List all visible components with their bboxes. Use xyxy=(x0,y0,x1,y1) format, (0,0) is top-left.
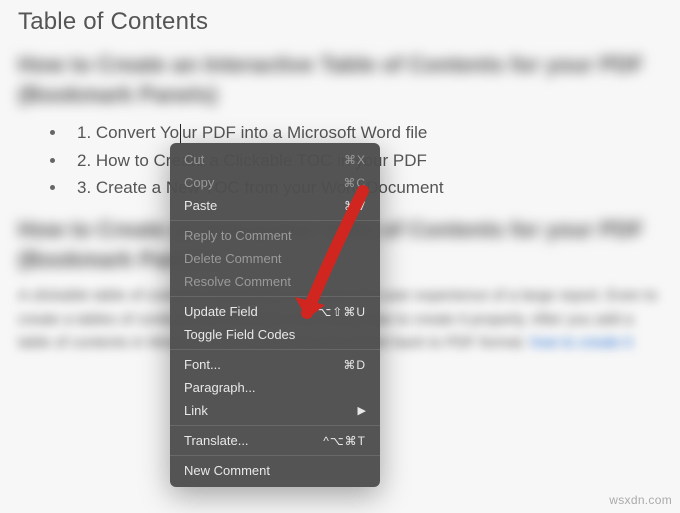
menu-shortcut: ⌘C xyxy=(343,176,366,190)
menu-shortcut: ⌘D xyxy=(343,358,366,372)
menu-shortcut: ⌥⇧⌘U xyxy=(317,305,366,319)
menu-item-toggle-field-codes[interactable]: Toggle Field Codes xyxy=(170,323,380,346)
menu-item-label: Link xyxy=(184,403,208,418)
menu-separator xyxy=(170,296,380,297)
menu-item-label: Update Field xyxy=(184,304,258,319)
watermark: wsxdn.com xyxy=(609,493,672,507)
menu-item-resolve-comment: Resolve Comment xyxy=(170,270,380,293)
menu-item-label: Copy xyxy=(184,175,214,190)
menu-item-paragraph[interactable]: Paragraph... xyxy=(170,376,380,399)
menu-separator xyxy=(170,455,380,456)
menu-item-label: Translate... xyxy=(184,433,249,448)
text-caret xyxy=(180,124,181,144)
bullet-icon xyxy=(50,158,55,163)
menu-item-delete-comment: Delete Comment xyxy=(170,247,380,270)
menu-item-font[interactable]: Font... ⌘D xyxy=(170,353,380,376)
menu-item-link[interactable]: Link ▶ xyxy=(170,399,380,422)
blurred-heading-1: How to Create an Interactive Table of Co… xyxy=(18,50,662,109)
menu-separator xyxy=(170,425,380,426)
menu-item-copy: Copy ⌘C xyxy=(170,171,380,194)
menu-item-label: Paragraph... xyxy=(184,380,256,395)
toc-title: Table of Contents xyxy=(18,8,662,36)
menu-item-new-comment[interactable]: New Comment xyxy=(170,459,380,482)
menu-shortcut: ⌘X xyxy=(344,153,366,167)
menu-item-paste[interactable]: Paste ⌘V xyxy=(170,194,380,217)
menu-separator xyxy=(170,220,380,221)
menu-shortcut: ⌘V xyxy=(344,199,366,213)
menu-item-label: Reply to Comment xyxy=(184,228,292,243)
menu-item-label: Paste xyxy=(184,198,217,213)
menu-item-reply-to-comment: Reply to Comment xyxy=(170,224,380,247)
menu-separator xyxy=(170,349,380,350)
menu-item-label: Resolve Comment xyxy=(184,274,291,289)
bullet-icon xyxy=(50,130,55,135)
menu-shortcut: ^⌥⌘T xyxy=(323,434,366,448)
menu-item-translate[interactable]: Translate... ^⌥⌘T xyxy=(170,429,380,452)
context-menu[interactable]: Cut ⌘X Copy ⌘C Paste ⌘V Reply to Comment Delete… xyxy=(170,143,380,487)
menu-item-cut: Cut ⌘X xyxy=(170,148,380,171)
menu-item-label: New Comment xyxy=(184,463,270,478)
menu-item-update-field[interactable]: Update Field ⌥⇧⌘U xyxy=(170,300,380,323)
menu-item-label: Toggle Field Codes xyxy=(184,327,295,342)
menu-item-label: Font... xyxy=(184,357,221,372)
menu-item-label: Delete Comment xyxy=(184,251,282,266)
menu-item-label: Cut xyxy=(184,152,204,167)
chevron-right-icon: ▶ xyxy=(358,404,366,417)
bullet-icon xyxy=(50,185,55,190)
